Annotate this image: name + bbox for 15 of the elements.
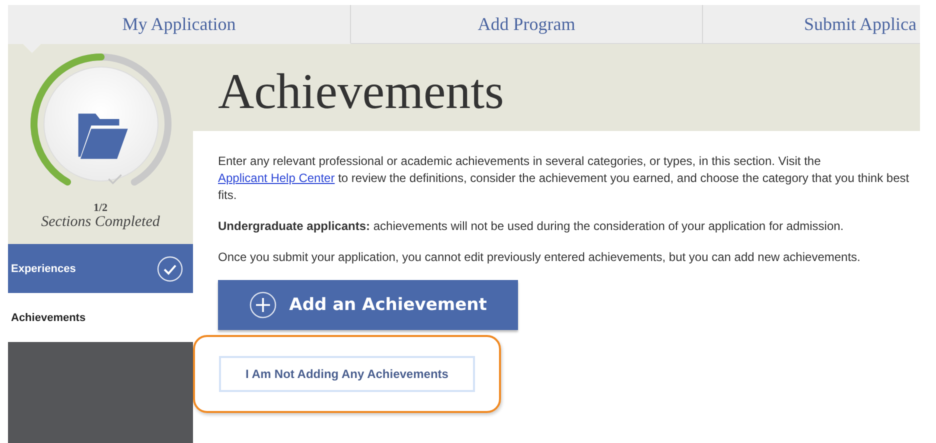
sidebar-item-label: Experiences [11,262,76,274]
plus-circle-icon [249,291,278,319]
check-icon [106,173,122,185]
add-achievement-button[interactable]: Add an Achievement [218,280,518,330]
page-title: Achievements [218,62,504,120]
info-text: Undergraduate applicants: achievements will not be used during the consideration of your application for admission. [218,218,845,235]
help-center-link[interactable]: Applicant Help Center [218,171,335,185]
progress-count: 1/2 [93,202,108,214]
progress-caption: Sections Completed [41,214,160,231]
sidebar-item-label: Achievements [11,312,86,324]
info-text: Once you submit your application, you cannot edit previously entered achievements, but you can add new achievements. [218,249,862,266]
check-circle-icon [157,256,183,282]
intro-text: Enter any relevant professional or academic achievements in several categories, or types, in this section. Visit the Applicant Help Center to review the definitions, consider the achievement you earned, and choose the category that you think best fits. [218,153,910,204]
sidebar-item[interactable]: Experiences [8,244,193,293]
not-adding-button[interactable]: I Am Not Adding Any Achievements [219,356,475,392]
